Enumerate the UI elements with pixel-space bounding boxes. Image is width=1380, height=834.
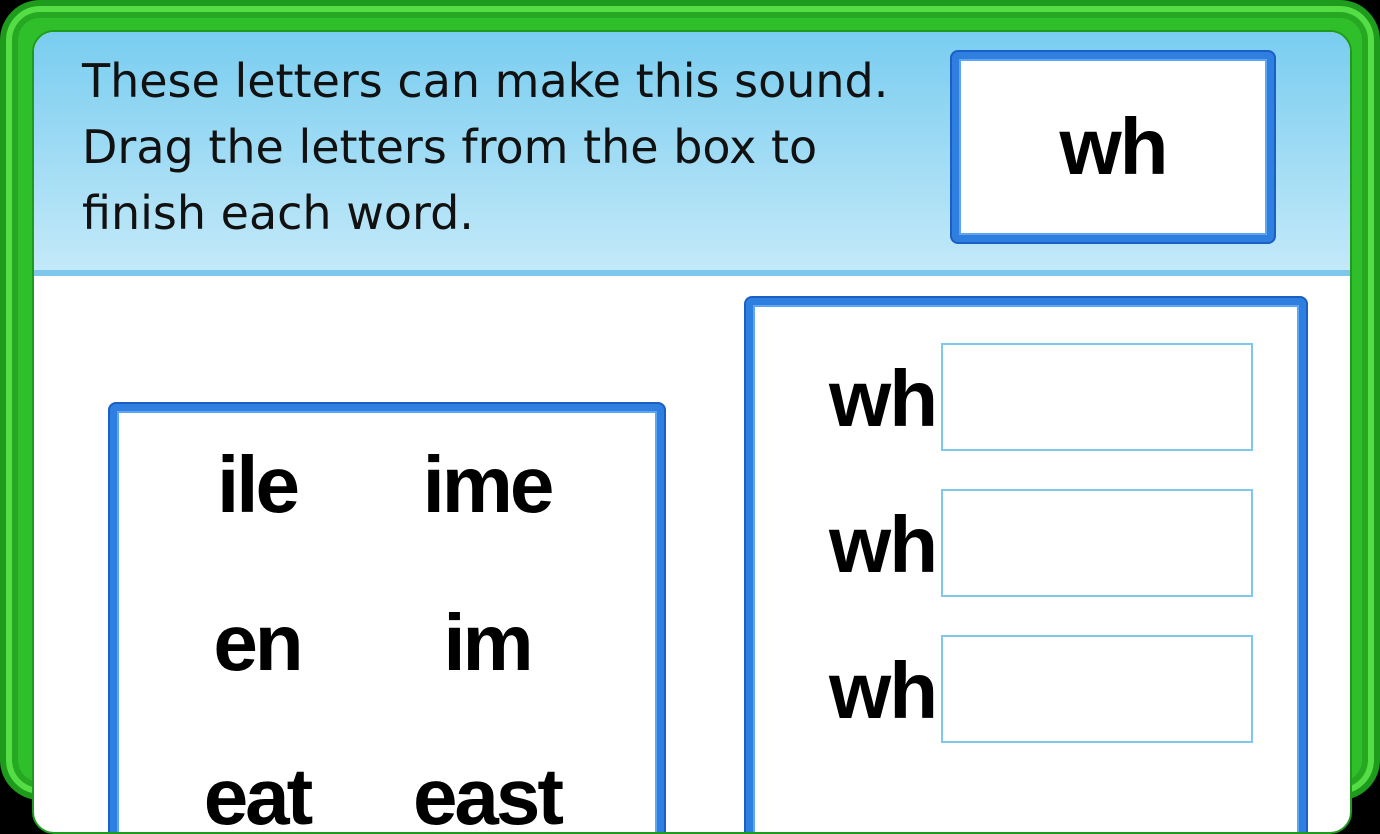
word-prefix: wh [829,500,938,589]
instructions-line-2: Drag the letters from the box to [82,120,818,174]
letter-tile-eat[interactable]: eat [147,751,367,832]
drop-slot-3[interactable] [941,635,1253,743]
sound-box: wh [952,52,1274,242]
drop-slot-2[interactable] [941,489,1253,597]
letter-tile-en[interactable]: en [147,597,367,689]
worksheet-card: These letters can make this sound. Drag … [32,30,1352,834]
drop-slot-1[interactable] [941,343,1253,451]
words-box: wh wh wh [746,298,1306,832]
instructions-line-3: finish each word. [82,186,474,240]
instructions-line-1: These letters can make this sound. [82,54,889,108]
word-row: wh [829,635,1269,747]
instructions-text: These letters can make this sound. Drag … [82,48,942,246]
letter-tile-ime[interactable]: ime [377,439,597,531]
word-row: wh [829,343,1269,455]
letters-box: ile ime en im eat east [110,404,664,832]
letter-tile-east[interactable]: east [377,751,597,832]
word-prefix: wh [829,354,938,443]
letter-tile-ile[interactable]: ile [147,439,367,531]
instructions-header: These letters can make this sound. Drag … [34,32,1350,276]
word-row: wh [829,489,1269,601]
sound-label: wh [1059,102,1168,191]
word-prefix: wh [829,646,938,735]
letter-tile-im[interactable]: im [377,597,597,689]
